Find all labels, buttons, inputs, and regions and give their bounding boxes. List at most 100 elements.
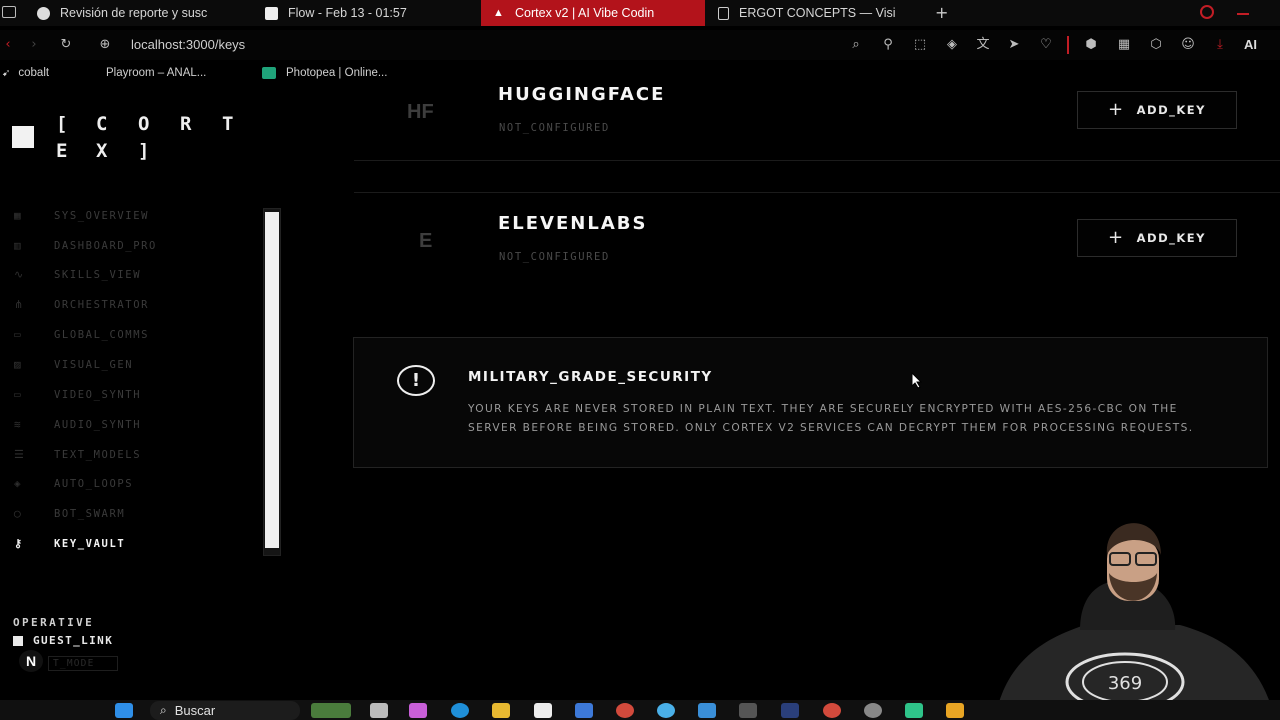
alert-icon: ! [397, 365, 435, 396]
tab-actions-icon[interactable] [2, 6, 16, 18]
bot-icon: ◯ [14, 507, 23, 520]
reload-icon[interactable]: ↻ [58, 38, 74, 52]
sidebar-item-audio-synth[interactable]: ≋ AUDIO_SYNTH [14, 416, 141, 434]
store-icon[interactable] [575, 703, 593, 718]
pocket-icon[interactable]: ◈ [944, 38, 960, 52]
add-key-button[interactable]: + ADD_KEY [1077, 219, 1237, 257]
pin-icon[interactable]: ⚲ [880, 38, 896, 52]
layers-icon: ◈ [14, 477, 23, 490]
divider [354, 192, 1280, 193]
plus-icon: + [1108, 227, 1125, 248]
sidebar-scrollbar-thumb[interactable] [265, 212, 279, 548]
operative-label: OPERATIVE [13, 616, 95, 629]
ai-label: AI [1244, 37, 1257, 52]
android-studio-icon[interactable] [905, 703, 923, 718]
site-info-icon[interactable]: ⊕ [97, 38, 113, 52]
image-icon: ▨ [14, 358, 23, 371]
sidebar-item-label: VIDEO_SYNTH [54, 389, 142, 401]
back-icon[interactable]: ‹ [0, 38, 16, 52]
cobalt-icon: ➹ [2, 67, 11, 79]
sidebar-item-text-models[interactable]: ☰ TEXT_MODELS [14, 446, 141, 464]
browser-tab[interactable]: ERGOT CONCEPTS — Visi [712, 0, 917, 26]
guest-link-icon [13, 635, 23, 646]
new-tab-button[interactable]: + [935, 3, 948, 22]
copilot-icon[interactable] [409, 703, 427, 718]
ai-button[interactable]: AI [1244, 37, 1257, 52]
file-explorer-icon[interactable] [492, 703, 510, 718]
logo-square [12, 126, 34, 148]
sidebar-item-visual-gen[interactable]: ▨ VISUAL_GEN [14, 356, 133, 374]
sidebar-item-label: TEXT_MODELS [54, 449, 142, 461]
nextjs-icon[interactable]: N [19, 650, 43, 672]
screenshot-icon[interactable]: ⬚ [912, 38, 928, 52]
pulse-icon: ∿ [14, 268, 25, 281]
windows-start-icon[interactable] [115, 703, 133, 718]
vlc-icon[interactable] [946, 703, 964, 718]
extension-icon[interactable]: ⬢ [1083, 38, 1099, 52]
bookmark-item[interactable]: Photopea | Online... [262, 62, 387, 84]
sidebar-item-orchestrator[interactable]: ⋔ ORCHESTRATOR [14, 296, 149, 314]
profile-icon[interactable]: ☺ [1180, 38, 1196, 52]
tab-title: Flow - Feb 13 - 01:57 [288, 6, 407, 20]
audio-icon: ≋ [14, 418, 23, 431]
logo-letter: E [56, 140, 68, 162]
sidebar-item-label: ORCHESTRATOR [54, 299, 150, 311]
record-icon [1200, 5, 1214, 19]
chrome-icon[interactable] [616, 703, 634, 718]
photos-icon[interactable] [698, 703, 716, 718]
sidebar-item-key-vault[interactable]: ⚷ KEY_VAULT [14, 535, 125, 553]
text-icon: ☰ [14, 448, 26, 461]
security-title: MILITARY_GRADE_SECURITY [468, 369, 713, 385]
chart-icon: ▥ [14, 239, 23, 252]
bookmark-item[interactable]: Playroom – ANAL... [106, 62, 206, 84]
widget-icon[interactable] [311, 703, 351, 718]
tab-favicon-icon [37, 6, 50, 20]
sidebar-item-auto-loops[interactable]: ◈ AUTO_LOOPS [14, 475, 133, 493]
browser-tab[interactable]: Flow - Feb 13 - 01:57 [258, 0, 468, 26]
webcam-overlay: 369 [985, 485, 1280, 720]
sidebar-item-bot-swarm[interactable]: ◯ BOT_SWARM [14, 505, 125, 523]
sidebar-item-skills-view[interactable]: ∿ SKILLS_VIEW [14, 266, 141, 284]
sidebar-item-global-comms[interactable]: ▭ GLOBAL_COMMS [14, 326, 149, 344]
tab-title: Revisión de reporte y susc [60, 6, 208, 20]
tab-title: ERGOT CONCEPTS — Visi [739, 6, 896, 20]
puzzle-icon[interactable]: ⬡ [1148, 38, 1164, 52]
edge-icon[interactable] [451, 703, 469, 718]
browser-tab[interactable]: Revisión de reporte y susc [30, 0, 240, 26]
task-view-icon[interactable] [370, 703, 388, 718]
forward-icon[interactable]: › [26, 38, 42, 52]
sidebar-item-dashboard-pro[interactable]: ▥ DASHBOARD_PRO [14, 237, 157, 255]
document-icon [718, 6, 729, 20]
translate-icon[interactable]: 文 [975, 38, 991, 52]
app-alt-icon[interactable] [864, 703, 882, 718]
sidebar-item-sys-overview[interactable]: ▦ SYS_OVERVIEW [14, 207, 149, 225]
chrome-alt-icon[interactable] [823, 703, 841, 718]
send-icon[interactable]: ➤ [1006, 38, 1022, 52]
provider-status: NOT_CONFIGURED [499, 251, 610, 263]
sidebar-item-video-synth[interactable]: ▭ VIDEO_SYNTH [14, 386, 141, 404]
app-icon[interactable] [657, 703, 675, 718]
bookmark-extension-icon[interactable]: ▦ [1116, 38, 1132, 52]
toolbar-divider [1067, 36, 1069, 54]
sidebar-item-label: SYS_OVERVIEW [54, 210, 150, 222]
bookmark-label: Photopea | Online... [286, 67, 388, 79]
zoom-icon[interactable]: ⌕ [848, 38, 864, 52]
add-key-button[interactable]: + ADD_KEY [1077, 91, 1237, 129]
tab-favicon-icon [265, 6, 278, 20]
sidebar-item-label: VISUAL_GEN [54, 359, 134, 371]
flow-icon: ⋔ [14, 298, 25, 311]
sidebar-item-label: DASHBOARD_PRO [54, 240, 157, 252]
download-icon[interactable]: ⤓ [1212, 38, 1228, 52]
guest-link[interactable]: GUEST_LINK [13, 634, 113, 647]
browser-tab-active[interactable]: ▲ Cortex v2 | AI Vibe Codin [481, 0, 705, 26]
bookmark-item[interactable]: ➹ cobalt [2, 62, 49, 84]
vpn-icon[interactable] [781, 703, 799, 718]
heart-icon[interactable]: ♡ [1038, 38, 1054, 52]
url-input[interactable]: localhost:3000/keys [131, 37, 245, 52]
photopea-icon [262, 67, 276, 79]
terminal-icon[interactable] [739, 703, 757, 718]
minimize-icon[interactable] [1237, 13, 1249, 15]
mode-toggle[interactable]: T_MODE [48, 656, 118, 671]
notepad-icon[interactable] [534, 703, 552, 718]
taskbar-search[interactable]: ⌕ Buscar [150, 701, 300, 720]
